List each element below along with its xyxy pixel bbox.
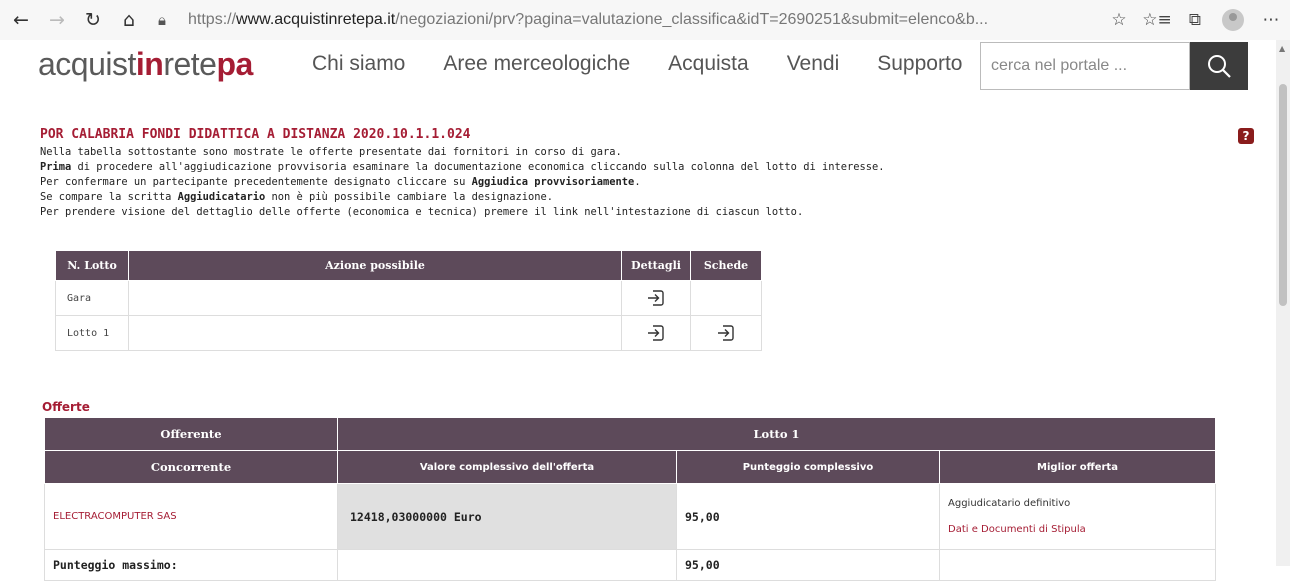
logo-part-2: in xyxy=(135,46,164,82)
schede-cell xyxy=(690,280,762,316)
url-path: /negoziazioni/prv?pagina=valutazione_cla… xyxy=(395,11,989,28)
profile-avatar[interactable] xyxy=(1222,9,1244,31)
col-n-lotto: N. Lotto xyxy=(55,250,129,281)
empty-cell xyxy=(939,549,1216,581)
lotti-table: N. Lotto Azione possibile Dettagli Sched… xyxy=(55,250,762,351)
punteggio-massimo-label: Punteggio massimo: xyxy=(44,549,338,581)
search-icon xyxy=(1208,55,1231,78)
home-icon[interactable]: ⌂ xyxy=(114,5,144,35)
punteggio-massimo-value: 95,00 xyxy=(676,549,940,581)
lock-icon[interactable]: 🔒︎ xyxy=(158,12,180,29)
header-offerente: Offerente xyxy=(44,417,338,451)
menu-vendi[interactable]: Vendi xyxy=(787,52,840,76)
browser-toolbar: ← → ↻ ⌂ 🔒︎ https://www.acquistinretepa.i… xyxy=(0,0,1290,40)
status-badge: Aggiudicatario definitivo xyxy=(948,497,1071,509)
dettagli-cell[interactable] xyxy=(621,315,691,351)
main-menu: Chi siamo Aree merceologiche Acquista Ve… xyxy=(312,52,1000,76)
offerte-table: Offerente Lotto 1 Concorrente Valore com… xyxy=(44,417,1216,581)
logo-part-4: pa xyxy=(216,46,253,82)
favorites-list-icon[interactable]: ☆≡ xyxy=(1138,10,1176,30)
empty-cell xyxy=(337,549,677,581)
instruction-line-3: Per confermare un partecipante precedent… xyxy=(40,176,641,188)
instruction-line-1: Nella tabella sottostante sono mostrate … xyxy=(40,146,622,158)
logo-part-1: acquist xyxy=(38,46,136,82)
header-miglior-offerta: Miglior offerta xyxy=(939,450,1216,484)
scroll-up-icon[interactable]: ▲ xyxy=(1279,44,1285,53)
page-title: POR CALABRIA FONDI DIDATTICA A DISTANZA … xyxy=(40,127,471,142)
page-scrollbar[interactable]: ▲ xyxy=(1276,40,1290,566)
instruction-line-4: Se compare la scritta Aggiudicatario non… xyxy=(40,191,553,203)
collections-icon[interactable]: ⧉ xyxy=(1176,10,1214,30)
search-input[interactable] xyxy=(980,42,1190,90)
menu-aree-merceologiche[interactable]: Aree merceologiche xyxy=(443,52,630,76)
table-row: Lotto 1 xyxy=(55,315,762,351)
menu-chi-siamo[interactable]: Chi siamo xyxy=(312,52,405,76)
scrollbar-thumb[interactable] xyxy=(1279,84,1287,306)
instruction-line-5: Per prendere visione del dettaglio delle… xyxy=(40,206,804,218)
col-schede: Schede xyxy=(690,250,762,281)
header-lotto-1[interactable]: Lotto 1 xyxy=(337,417,1216,451)
help-icon[interactable]: ? xyxy=(1238,128,1254,144)
azione-cell xyxy=(128,280,622,316)
url-host: www.acquistinretepa.it xyxy=(236,11,396,28)
enter-icon[interactable] xyxy=(716,323,736,343)
instructions: Nella tabella sottostante sono mostrate … xyxy=(40,145,1260,220)
lotto-cell: Lotto 1 xyxy=(55,315,129,351)
valore-offerta: 12418,03000000 Euro xyxy=(337,483,677,550)
azione-cell xyxy=(128,315,622,351)
enter-icon[interactable] xyxy=(646,323,666,343)
concorrente-name[interactable]: ELECTRACOMPUTER SAS xyxy=(44,483,338,550)
table-row: Punteggio massimo: 95,00 xyxy=(44,549,1216,581)
header-concorrente: Concorrente xyxy=(44,450,338,484)
stipula-link[interactable]: Dati e Documenti di Stipula xyxy=(948,517,1207,543)
dettagli-cell[interactable] xyxy=(621,280,691,316)
col-dettagli: Dettagli xyxy=(621,250,691,281)
menu-acquista[interactable]: Acquista xyxy=(668,52,749,76)
forward-icon[interactable]: → xyxy=(42,5,72,35)
address-bar[interactable]: 🔒︎ https://www.acquistinretepa.it/negozi… xyxy=(158,5,988,35)
site-logo[interactable]: acquistinretepa xyxy=(38,46,253,83)
favorite-star-icon[interactable]: ☆ xyxy=(1100,10,1138,30)
lotto-cell: Gara xyxy=(55,280,129,316)
table-row: ELECTRACOMPUTER SAS 12418,03000000 Euro … xyxy=(44,483,1216,550)
more-menu-icon[interactable]: ⋯ xyxy=(1252,10,1290,30)
instruction-line-2: Prima di procedere all'aggiudicazione pr… xyxy=(40,161,885,173)
menu-supporto[interactable]: Supporto xyxy=(877,52,962,76)
miglior-offerta-cell: Aggiudicatario definitivo Dati e Documen… xyxy=(939,483,1216,550)
back-icon[interactable]: ← xyxy=(6,5,36,35)
schede-cell[interactable] xyxy=(690,315,762,351)
refresh-icon[interactable]: ↻ xyxy=(78,5,108,35)
header-valore: Valore complessivo dell'offerta xyxy=(337,450,677,484)
header-punteggio: Punteggio complessivo xyxy=(676,450,940,484)
url-prefix: https:// xyxy=(188,11,237,28)
col-azione-possibile: Azione possibile xyxy=(128,250,622,281)
offerte-section-title: Offerte xyxy=(42,400,90,414)
search-button[interactable] xyxy=(1190,42,1248,90)
enter-icon[interactable] xyxy=(646,288,666,308)
table-row: Gara xyxy=(55,280,762,316)
main-content: POR CALABRIA FONDI DIDATTICA A DISTANZA … xyxy=(40,127,1260,581)
site-header: acquistinretepa Chi siamo Aree merceolog… xyxy=(0,40,1290,92)
logo-part-3: rete xyxy=(163,46,217,82)
punteggio-complessivo: 95,00 xyxy=(676,483,940,550)
